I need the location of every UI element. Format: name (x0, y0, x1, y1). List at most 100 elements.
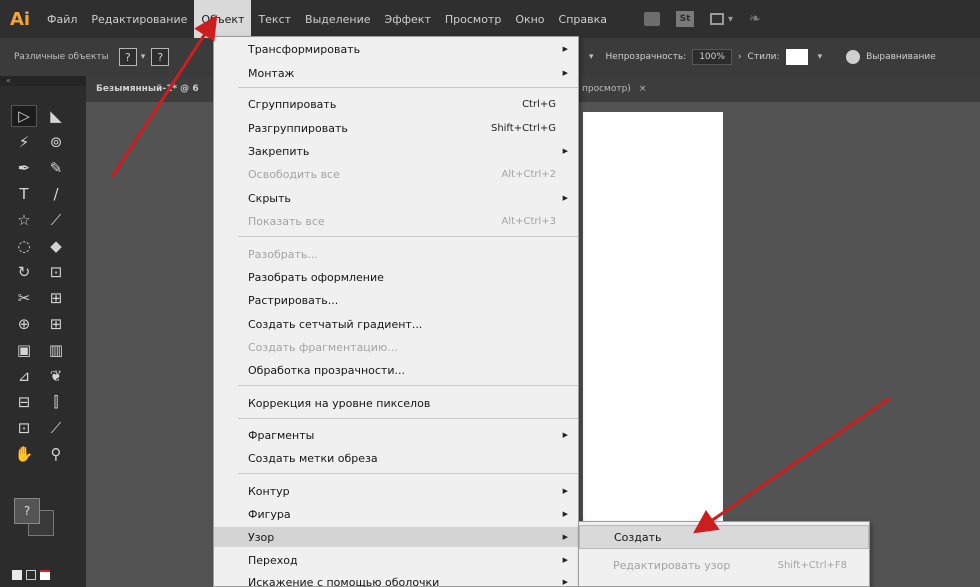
menu-item-label: Создать сетчатый градиент... (248, 317, 423, 331)
scale-tool-icon[interactable]: ⊡ (44, 262, 68, 282)
menu-item-label: Освободить все (248, 167, 340, 181)
slice-tool-icon[interactable]: ⟋ (44, 418, 68, 438)
color-mode-icon[interactable] (12, 570, 22, 580)
menu-file[interactable]: Файл (40, 0, 84, 38)
menu-item-create-trim-marks[interactable]: Создать метки обреза (214, 448, 578, 468)
menu-separator (238, 236, 578, 237)
rotate-tool-icon[interactable]: ↻ (12, 262, 36, 282)
eyedropper-tool-icon[interactable]: ⊿ (12, 366, 36, 386)
pen-tool-icon[interactable]: ✒ (12, 158, 36, 178)
menu-item-arrange[interactable]: Монтаж ▶ (214, 63, 578, 83)
chevron-down-icon[interactable]: ▾ (728, 14, 733, 25)
menu-item-pattern[interactable]: Узор ▶ (214, 527, 578, 547)
align-label[interactable]: Выравнивание (866, 52, 936, 62)
line-tool-icon[interactable]: / (44, 184, 68, 204)
recolor-icon[interactable] (846, 50, 861, 64)
menu-item-blend[interactable]: Переход ▶ (214, 550, 578, 570)
menu-object[interactable]: Объект (194, 0, 252, 38)
menu-item-shape[interactable]: Фигура ▶ (214, 504, 578, 524)
menu-item-shortcut: Ctrl+G (522, 98, 556, 110)
menu-item-rasterize[interactable]: Растрировать... (214, 290, 578, 310)
app-logo: Ai (9, 8, 31, 30)
chevron-down-icon[interactable]: ▾ (141, 52, 146, 62)
document-tab-2[interactable]: просмотр) × (582, 76, 646, 102)
stroke-box[interactable]: ? (151, 48, 170, 66)
menu-item-label: Коррекция на уровне пикселов (248, 396, 431, 410)
perspective-grid-tool-icon[interactable]: ⊞ (44, 314, 68, 334)
menu-item-make-pixel-perfect[interactable]: Коррекция на уровне пикселов (214, 393, 578, 413)
hand-tool-icon[interactable]: ✋ (12, 444, 36, 464)
menu-item-label: Разобрать оформление (248, 270, 384, 284)
menu-effect[interactable]: Эффект (378, 0, 438, 38)
menu-item-path[interactable]: Контур ▶ (214, 481, 578, 501)
fill-color-box[interactable]: ? (14, 498, 40, 524)
submenu-item-make-pattern[interactable]: Создать (579, 525, 869, 549)
star-tool-icon[interactable]: ☆ (12, 210, 36, 230)
chevron-down-icon[interactable]: ▾ (589, 52, 594, 62)
menu-item-flatten-transparency[interactable]: Обработка прозрачности... (214, 360, 578, 380)
menu-window[interactable]: Окно (508, 0, 551, 38)
menu-item-slice[interactable]: Фрагменты ▶ (214, 425, 578, 445)
menu-item-label: Создать (614, 530, 662, 544)
bridge-icon[interactable] (644, 12, 661, 26)
chevron-right-icon[interactable]: › (738, 52, 742, 62)
menu-item-envelope-distort[interactable]: Искажение с помощью оболочки ▶ (214, 572, 578, 587)
lasso-tool-icon[interactable]: ⊚ (44, 132, 68, 152)
artboard[interactable] (583, 112, 723, 587)
menu-item-group[interactable]: Сгруппировать Ctrl+G (214, 94, 578, 114)
curvature-tool-icon[interactable]: ✎ (44, 158, 68, 178)
menu-item-label: Трансформировать (248, 42, 361, 56)
menu-view[interactable]: Просмотр (438, 0, 508, 38)
fill-stroke-selector[interactable]: ? (14, 498, 56, 536)
selection-tool-icon[interactable]: ▷ (11, 105, 37, 127)
illustrator-window: Ai Файл Редактирование Объект Текст Выде… (0, 0, 980, 587)
menu-type[interactable]: Текст (251, 0, 298, 38)
chevron-down-icon[interactable]: ▾ (818, 52, 823, 62)
free-transform-tool-icon[interactable]: ⊞ (44, 288, 68, 308)
menu-item-label: Растрировать... (248, 293, 339, 307)
shaper-tool-icon[interactable]: ◌ (12, 236, 36, 256)
menu-item-label: Контур (248, 484, 290, 498)
artboard-tool-icon[interactable]: ⊡ (12, 418, 36, 438)
width-tool-icon[interactable]: ✂ (12, 288, 36, 308)
blend-tool-icon[interactable]: ❦ (44, 366, 68, 386)
arrange-documents-icon[interactable] (710, 13, 725, 25)
menu-edit[interactable]: Редактирование (84, 0, 194, 38)
menu-item-label: Искажение с помощью оболочки (248, 575, 440, 587)
style-swatch[interactable] (785, 49, 808, 65)
gradient-tool-icon[interactable]: ▥ (44, 340, 68, 360)
direct-selection-tool-icon[interactable]: ◣ (44, 106, 68, 126)
menu-item-ungroup[interactable]: Разгруппировать Shift+Ctrl+G (214, 118, 578, 138)
menu-item-expand-appearance[interactable]: Разобрать оформление (214, 267, 578, 287)
collapse-icon[interactable]: « (0, 76, 86, 86)
fill-box[interactable]: ? (118, 48, 137, 66)
menu-item-transform[interactable]: Трансформировать ▶ (214, 39, 578, 59)
opacity-label: Непрозрачность: (605, 52, 687, 62)
menu-item-create-object-mosaic: Создать фрагментацию... (214, 337, 578, 357)
none-mode-icon[interactable] (40, 570, 50, 580)
mesh-tool-icon[interactable]: ▣ (12, 340, 36, 360)
menu-item-create-gradient-mesh[interactable]: Создать сетчатый градиент... (214, 314, 578, 334)
stock-icon[interactable]: St (676, 11, 695, 27)
gradient-mode-icon[interactable] (26, 570, 36, 580)
type-tool-icon[interactable]: T (12, 184, 36, 204)
menu-select[interactable]: Выделение (298, 0, 378, 38)
eraser-tool-icon[interactable]: ◆ (44, 236, 68, 256)
object-menu-dropdown: Трансформировать ▶ Монтаж ▶ Сгруппировать C… (213, 36, 579, 587)
submenu-arrow-icon: ▶ (562, 533, 568, 541)
menu-item-label: Сгруппировать (248, 97, 337, 111)
shape-builder-tool-icon[interactable]: ⊕ (12, 314, 36, 334)
menu-separator (238, 418, 578, 419)
column-graph-tool-icon[interactable]: ⫿ (44, 392, 68, 412)
menu-item-lock[interactable]: Закрепить ▶ (214, 141, 578, 161)
opacity-input[interactable]: 100% (692, 49, 732, 65)
zoom-tool-icon[interactable]: ⚲ (44, 444, 68, 464)
menu-item-hide[interactable]: Скрыть ▶ (214, 188, 578, 208)
paintbrush-tool-icon[interactable]: ⟋ (44, 210, 68, 230)
magic-wand-tool-icon[interactable]: ⚡ (12, 132, 36, 152)
symbol-sprayer-tool-icon[interactable]: ⊟ (12, 392, 36, 412)
document-tab[interactable]: Безымянный-1* @ 6 (86, 76, 199, 102)
menu-help[interactable]: Справка (552, 0, 614, 38)
close-icon[interactable]: × (639, 84, 647, 94)
gpu-icon[interactable]: ❧ (749, 11, 761, 27)
